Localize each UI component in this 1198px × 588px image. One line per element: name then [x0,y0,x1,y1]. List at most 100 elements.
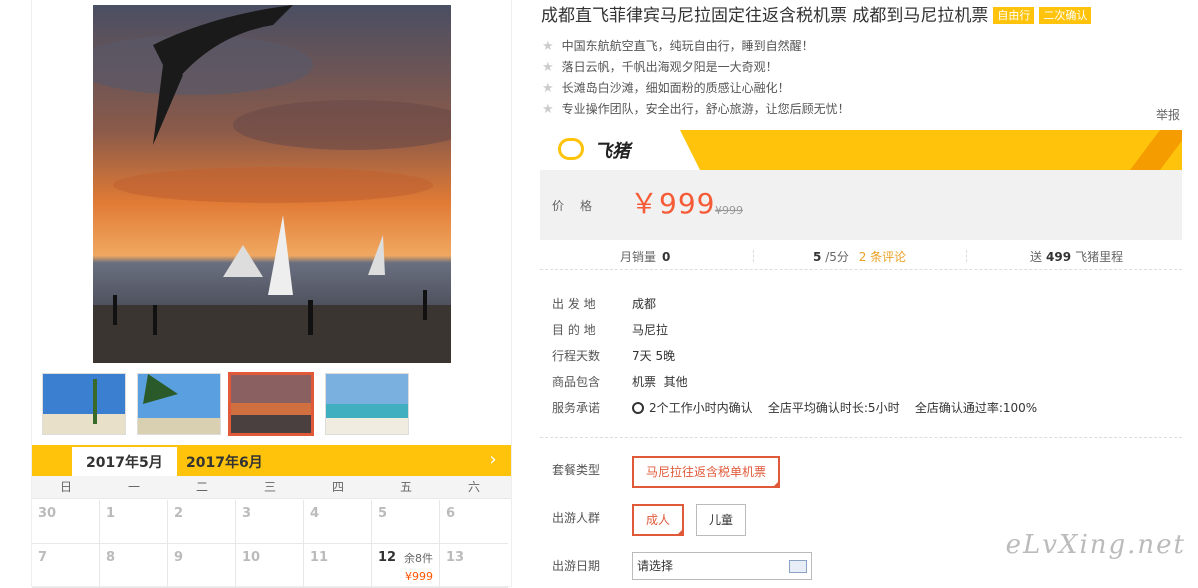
points-prefix: 送 [1030,250,1043,264]
calendar-day: 2 [168,500,236,544]
calendar-day-available[interactable]: 12 余8件 ¥999 [372,544,440,588]
watermark: eLvXing.net [1005,530,1186,560]
thumbnail-sunset[interactable] [228,372,314,436]
day-number: 1 [106,506,116,521]
weekday-label: 三 [263,480,276,494]
info-value: 成都 [632,297,657,311]
reviews-link[interactable]: 2 条评论 [859,250,906,264]
people-option-adult[interactable]: 成人 [632,504,684,536]
package-label: 套餐类型 [552,463,601,477]
calendar-day: 11 [304,544,372,588]
remaining-count: 余8件 [404,552,433,565]
points-suffix: 飞猪里程 [1075,250,1124,264]
calendar-day: 1 [100,500,168,544]
rating-suffix: /5分 [825,250,849,264]
thumbnail-strip [42,372,512,437]
weekday-header: 日 一 二 三 四 五 六 [32,476,511,499]
service-promise-text: 2个工作小时内确认 全店平均确认时长:5小时 全店确认通过率:100% [649,401,1038,415]
feature-text: 中国东航航空直飞，纯玩自由行，睡到自然醒！ [561,39,814,53]
feature-text: 专业操作团队，安全出行，舒心旅游，让您后顾无忧！ [561,102,850,116]
date-picker-input[interactable]: 请选择 [632,552,812,580]
calendar-header: 2017年5月 2017年6月 › [32,445,511,476]
info-label: 目 的 地 [552,323,596,337]
weekday-label: 二 [195,480,208,494]
package-option[interactable]: 马尼拉往返含税单机票 [632,456,780,488]
feature-item: ★ 落日云帆，千帆出海观夕阳是一大奇观！ [542,59,778,76]
calendar-icon[interactable] [789,560,807,573]
feature-item: ★ 中国东航航空直飞，纯玩自由行，睡到自然醒！ [542,38,814,55]
thumbnail-beach-1[interactable] [42,373,126,435]
date-placeholder: 请选择 [637,559,674,573]
product-details: 成都直飞菲律宾马尼拉固定往返含税机票 成都到马尼拉机票 自由行 二次确认 ★ 中国东航… [540,0,1182,587]
people-option-child[interactable]: 儿童 [696,504,746,536]
star-icon: ★ [542,39,554,54]
info-value: 机票 其他 [632,375,688,389]
monthly-sales: 月销量 0 [620,248,670,265]
product-title: 成都直飞菲律宾马尼拉固定往返含税机票 成都到马尼拉机票 自由行 二次确认 [541,5,1092,27]
weekday-label: 四 [331,480,344,494]
availability-calendar: 2017年5月 2017年6月 › 日 一 二 三 四 五 六 30 1 2 3… [32,445,511,588]
weekday-label: 一 [127,480,140,494]
day-number: 6 [446,506,456,521]
day-number: 4 [310,506,320,521]
tab-month-june[interactable]: 2017年6月 [172,447,277,476]
report-link[interactable]: 举报 [1156,106,1180,123]
info-label: 行程天数 [552,349,601,363]
info-label: 商品包含 [552,375,601,389]
monthly-sales-label: 月销量 [620,250,657,264]
star-icon: ★ [542,81,554,96]
feature-item: ★ 长滩岛白沙滩，细如面粉的质感让心融化！ [542,80,790,97]
chevron-right-icon[interactable]: › [483,447,503,473]
check-circle-icon [632,402,644,414]
star-icon: ★ [542,60,554,75]
thumbnail-beach-3[interactable] [325,373,409,435]
price-label: 价格 [552,199,609,213]
calendar-day: 13 [440,544,508,588]
calendar-day: 3 [236,500,304,544]
divider [540,437,1182,438]
rating-value: 5 [813,250,822,264]
day-number: 9 [174,550,184,565]
info-label: 服务承诺 [552,401,601,415]
main-product-image [93,5,451,363]
divider [966,250,967,262]
weekday-label: 日 [59,480,72,494]
day-price: ¥999 [405,570,433,583]
rating: 5 /5分 2 条评论 [813,248,906,265]
service-promise: 2个工作小时内确认 全店平均确认时长:5小时 全店确认通过率:100% [632,399,1037,416]
day-number: 30 [38,506,57,521]
points: 送 499 飞猪里程 [1030,248,1123,265]
day-number: 11 [310,550,329,565]
brand-name: 飞猪 [594,141,630,162]
calendar-day: 7 [32,544,100,588]
day-number: 8 [106,550,116,565]
original-price: ¥999 [715,204,743,217]
calendar-day: 5 [372,500,440,544]
monthly-sales-value: 0 [662,250,671,264]
day-number: 13 [446,550,465,565]
day-number: 3 [242,506,252,521]
calendar-day: 6 [440,500,508,544]
info-value: 马尼拉 [632,323,669,337]
price-box: 价格 ￥999 ¥999 [540,170,1182,240]
tab-month-may[interactable]: 2017年5月 [72,447,177,476]
day-number: 5 [378,506,388,521]
day-number: 10 [242,550,261,565]
people-label: 出游人群 [552,511,601,525]
calendar-day: 9 [168,544,236,588]
calendar-day: 10 [236,544,304,588]
stats-bar: 月销量 0 5 /5分 2 条评论 送 499 飞猪里程 [540,242,1182,270]
info-value: 7天 5晚 [632,349,676,363]
divider [753,250,754,262]
brand-logo-area: 飞猪 [540,130,700,170]
thumbnail-beach-2[interactable] [137,373,221,435]
day-number: 12 [378,550,397,565]
weekday-label: 五 [399,480,412,494]
day-number: 7 [38,550,48,565]
feature-text: 长滩岛白沙滩，细如面粉的质感让心融化！ [561,81,790,95]
feature-item: ★ 专业操作团队，安全出行，舒心旅游，让您后顾无忧！ [542,101,850,118]
weekday-label: 六 [467,480,480,494]
day-number: 2 [174,506,184,521]
tag-badge: 二次确认 [1039,7,1092,24]
star-icon: ★ [542,102,554,117]
